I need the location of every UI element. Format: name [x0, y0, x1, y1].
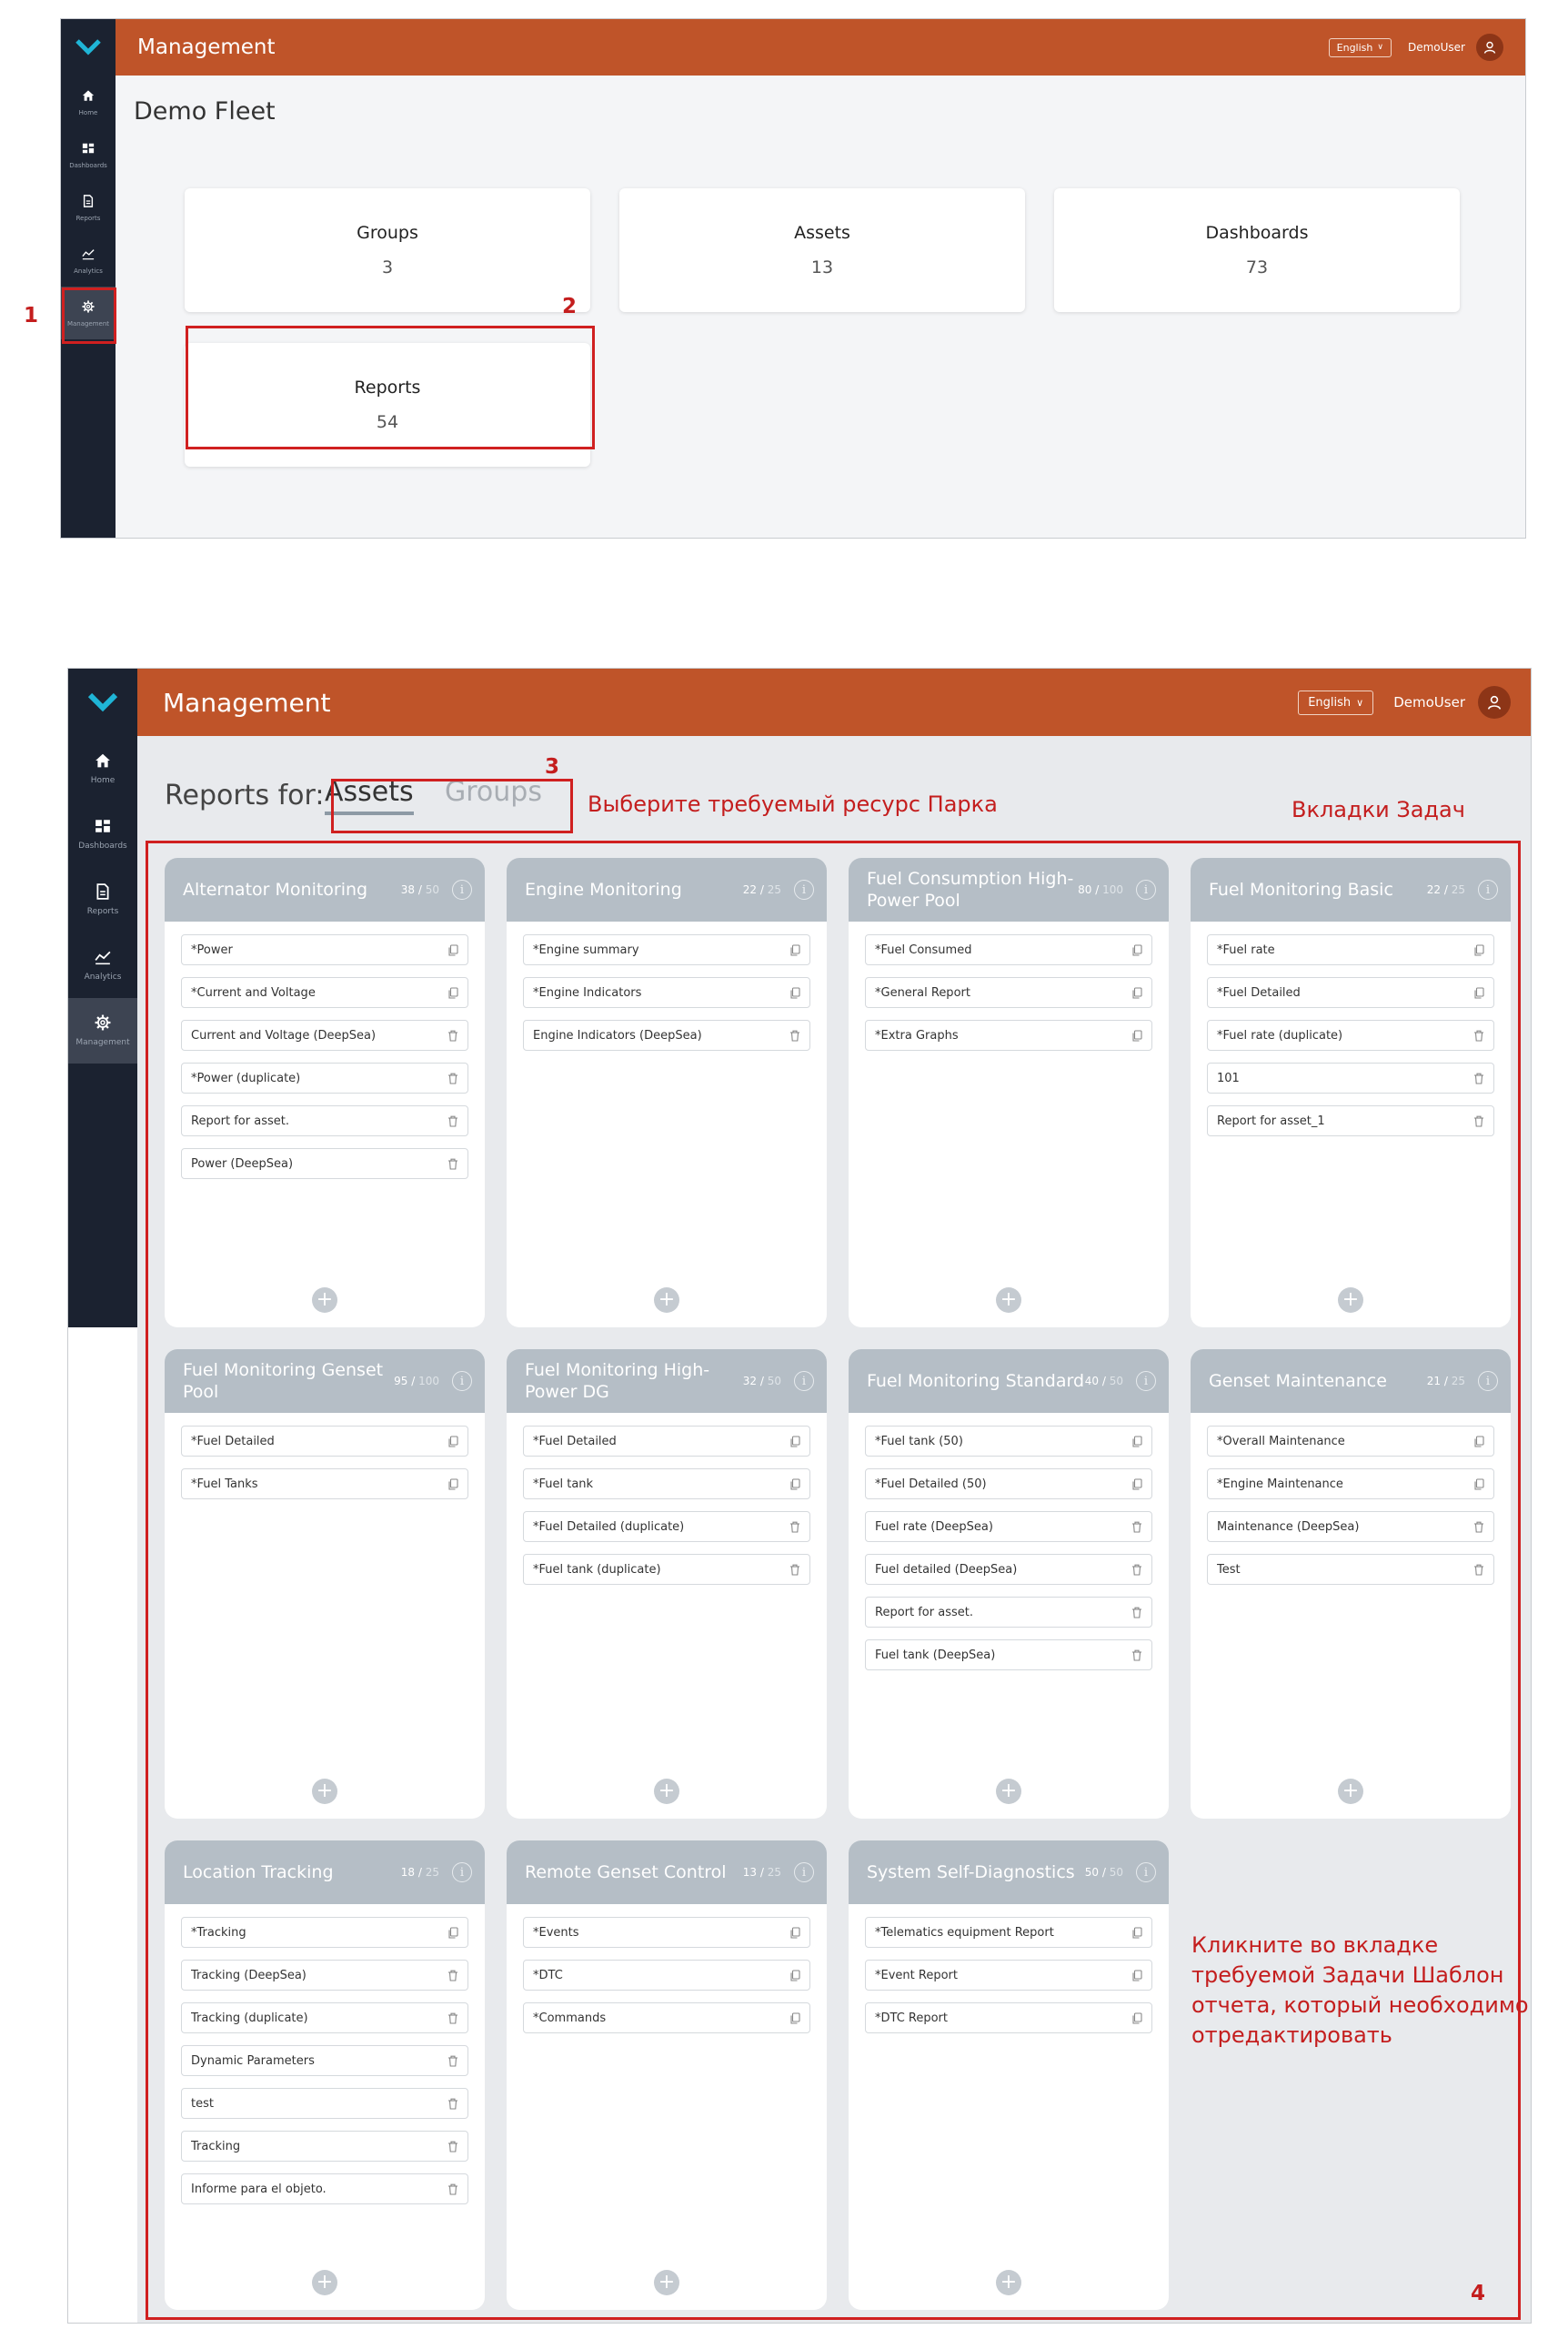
app-header: Management English ∨ DemoUser	[116, 19, 1525, 76]
sidebar-item-label: Home	[78, 108, 98, 116]
sidebar-item-management[interactable]: Management	[68, 998, 137, 1064]
sidebar-item-analytics[interactable]: Analytics	[68, 933, 137, 998]
user-icon	[1483, 41, 1496, 54]
annotation-click-hint-line: Кликните во вкладке	[1191, 1932, 1439, 1958]
app-header: Management English ∨ DemoUser	[137, 669, 1531, 736]
sidebar: Home Dashboards Reports Analytics Management	[68, 669, 137, 1327]
user-name[interactable]: DemoUser	[1408, 41, 1465, 54]
stat-card-assets[interactable]: Assets 13	[619, 188, 1025, 312]
user-avatar[interactable]	[1476, 34, 1503, 61]
annotation-box-task-grid	[146, 841, 1521, 2320]
analytics-icon	[95, 949, 111, 969]
sidebar-item-dashboards[interactable]: Dashboards	[61, 128, 116, 181]
stat-label: Dashboards	[1205, 223, 1309, 243]
stat-label: Assets	[794, 223, 850, 243]
analytics-icon	[82, 247, 95, 264]
annotation-number-2: 2	[562, 295, 578, 318]
chevron-down-icon: ∨	[1356, 696, 1364, 709]
dashboards-icon	[82, 141, 95, 158]
reports-for-label: Reports for:	[165, 780, 325, 812]
fleet-title: Demo Fleet	[134, 97, 276, 126]
user-icon	[1487, 695, 1502, 710]
annotation-box-tabs	[331, 779, 573, 833]
annotation-click-hint-line: отредактировать	[1191, 2022, 1392, 2048]
sidebar-item-label: Dashboards	[78, 842, 127, 851]
reports-icon	[95, 883, 111, 903]
annotation-choose-resource: Выберите требуемый ресурс Парка	[588, 791, 998, 817]
language-value: English	[1308, 695, 1352, 710]
stat-value: 3	[381, 257, 394, 277]
sidebar-item-label: Management	[75, 1038, 130, 1047]
sidebar-item-label: Reports	[86, 907, 119, 916]
annotation-number-4: 4	[1471, 2282, 1486, 2305]
chevron-down-icon: ∨	[1377, 43, 1383, 52]
logo-chevron-icon	[87, 692, 118, 712]
home-icon	[82, 88, 95, 106]
header-title: Management	[163, 687, 331, 718]
user-name[interactable]: DemoUser	[1393, 694, 1465, 711]
annotation-box-management-nav	[62, 287, 116, 344]
stat-card-dashboards[interactable]: Dashboards 73	[1054, 188, 1460, 312]
sidebar-item-analytics[interactable]: Analytics	[61, 234, 116, 287]
sidebar: Home Dashboards Reports Analytics Management	[61, 19, 116, 538]
app-logo[interactable]	[68, 669, 137, 736]
sidebar-item-reports[interactable]: Reports	[68, 867, 137, 933]
gear-icon	[95, 1014, 111, 1034]
dashboards-icon	[95, 818, 111, 838]
sidebar-item-dashboards[interactable]: Dashboards	[68, 802, 137, 867]
sidebar-item-label: Reports	[75, 214, 101, 222]
logo-chevron-icon	[75, 39, 101, 55]
sidebar-item-home[interactable]: Home	[61, 76, 116, 128]
user-avatar[interactable]	[1478, 686, 1511, 719]
annotation-click-hint: Кликните во вкладке требуемой Задачи Шаб…	[1191, 1931, 1529, 2051]
stat-value: 13	[810, 257, 834, 277]
sidebar-item-reports[interactable]: Reports	[61, 181, 116, 234]
language-select[interactable]: English ∨	[1298, 690, 1374, 715]
stat-value: 73	[1245, 257, 1269, 277]
stat-label: Groups	[357, 223, 418, 243]
annotation-task-tabs: Вкладки Задач	[1292, 797, 1465, 822]
sidebar-item-label: Analytics	[84, 973, 122, 982]
sidebar-item-label: Dashboards	[69, 161, 107, 169]
management-overview-window: Home Dashboards Reports Analytics Management…	[60, 18, 1526, 539]
sidebar-item-label: Home	[90, 776, 116, 785]
sidebar-nav: Home Dashboards Reports Analytics Management	[68, 736, 137, 1064]
language-value: English	[1336, 41, 1373, 54]
language-select[interactable]: English ∨	[1328, 37, 1392, 57]
stat-card-groups[interactable]: Groups 3	[185, 188, 590, 312]
sidebar-item-label: Analytics	[74, 267, 103, 275]
annotation-box-reports-card	[186, 326, 595, 449]
app-logo[interactable]	[61, 19, 116, 76]
reports-icon	[82, 194, 95, 211]
overview-main: Demo Fleet Groups 3 Assets 13 Dashboards…	[116, 76, 1525, 538]
sidebar-item-home[interactable]: Home	[68, 736, 137, 802]
annotation-number-1: 1	[24, 304, 39, 328]
annotation-number-3: 3	[545, 755, 560, 779]
annotation-click-hint-line: отчета, который необходимо	[1191, 1992, 1529, 2018]
annotation-click-hint-line: требуемой Задачи Шаблон	[1191, 1962, 1504, 1988]
header-title: Management	[137, 35, 276, 59]
home-icon	[95, 752, 111, 772]
